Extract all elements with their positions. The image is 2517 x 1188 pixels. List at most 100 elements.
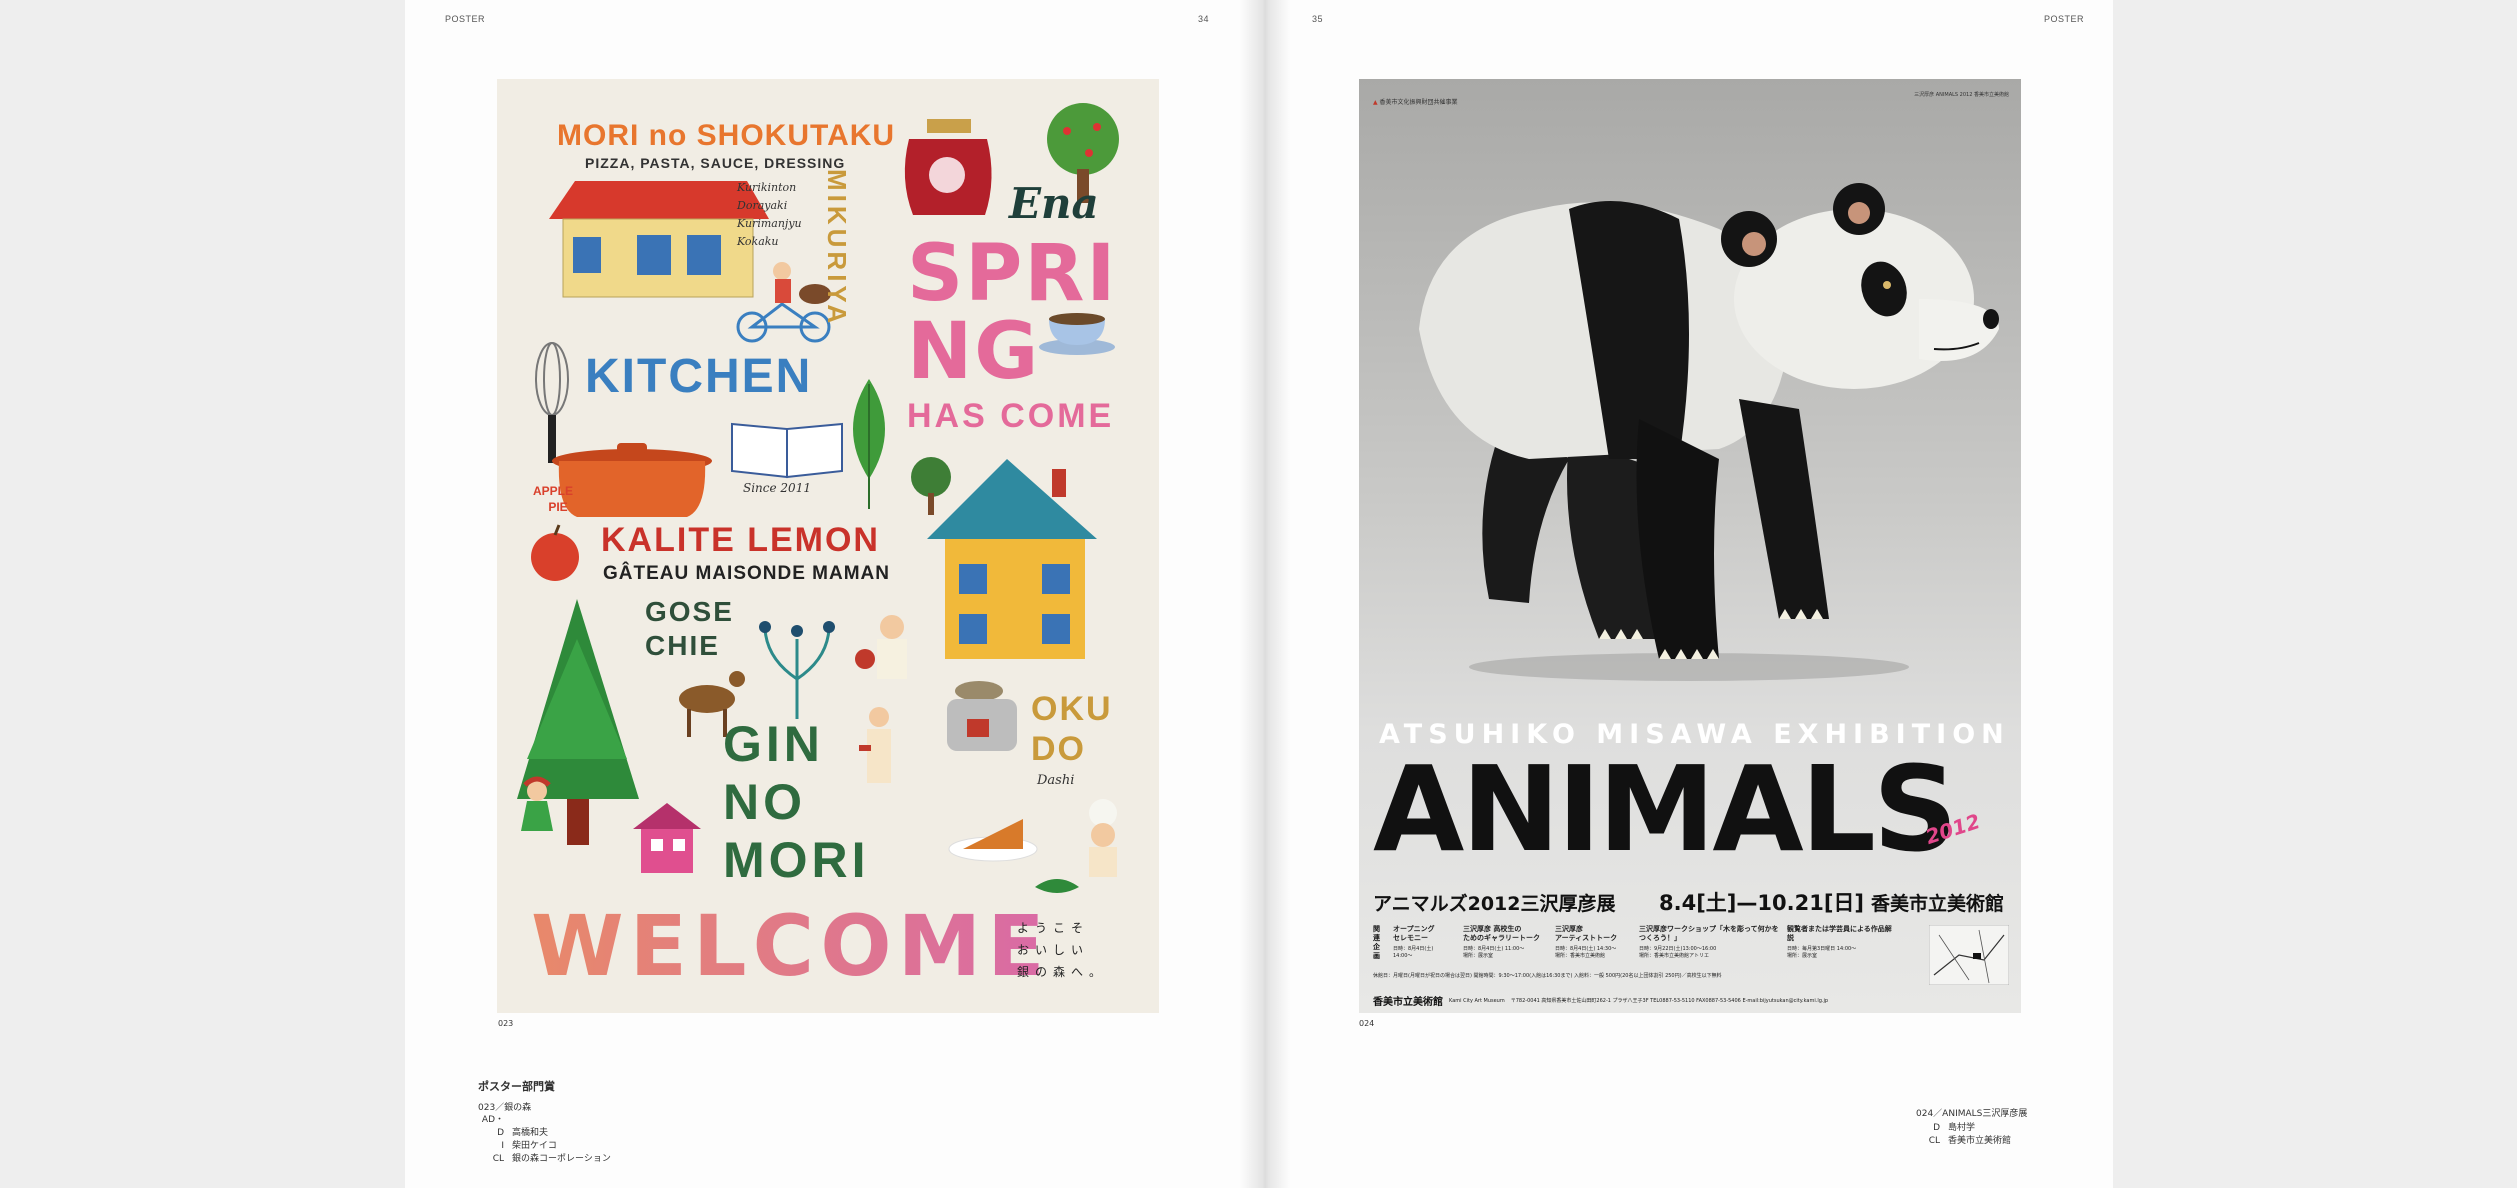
- credit-role: CL: [492, 1154, 504, 1164]
- mikuriya-label: MIKURIYA: [822, 169, 852, 328]
- right-poster-number: 024: [1359, 1019, 1375, 1028]
- teacup-illustration: [1039, 313, 1115, 355]
- since-label: Since 2011: [743, 481, 811, 495]
- pink-house-illustration: [633, 803, 701, 873]
- sweets-item: Dorayaki: [737, 199, 788, 212]
- credit-role: I: [501, 1141, 504, 1151]
- jp-line: おいしい: [1017, 943, 1090, 957]
- credit-name: 島村学: [1948, 1123, 1976, 1133]
- footer-en: Kami City Art Museum: [1449, 997, 1505, 1004]
- animals-title: ANIMALS: [1373, 740, 1958, 878]
- event-detail: 日時：8月4日(土) 14:00〜: [1393, 946, 1434, 959]
- house-illustration: [549, 181, 769, 298]
- has-come-label: HAS COME: [907, 397, 1115, 435]
- mori-line: MORI: [723, 832, 870, 888]
- panda-sculpture-image: [1419, 183, 1999, 681]
- small-tree-illustration: [911, 457, 951, 515]
- side-label: 関連企画: [1373, 925, 1380, 960]
- whisk-illustration: [535, 342, 569, 463]
- right-work-title: 024／ANIMALS三沢厚彦展: [1916, 1109, 2028, 1119]
- dashi-label: Dashi: [1037, 773, 1075, 788]
- access-map-icon: [1929, 925, 2009, 985]
- credit-role: CL: [1928, 1136, 1940, 1146]
- jp-line: 銀の森へ。: [1017, 965, 1108, 979]
- ena-label: Ena: [1009, 179, 1099, 228]
- sweets-item: Kokaku: [737, 235, 779, 248]
- credit-role: D: [1933, 1123, 1940, 1133]
- chef2-illustration: [1089, 799, 1117, 877]
- event-title: オープニング セレモニー: [1393, 925, 1435, 942]
- apple-pie-line: APPLE: [533, 484, 574, 498]
- credit-name: 銀の森コーポレーション: [512, 1154, 611, 1164]
- japanese-welcome: ようこそ おいしい 銀の森へ。: [1017, 917, 1107, 983]
- info-text: 休館日：月曜日(月曜日が祝日の場合は翌日) 開館時間：9:30〜17:00(入館…: [1373, 973, 1722, 979]
- berry-branch-illustration: [759, 621, 835, 719]
- kitchen-label: KITCHEN: [585, 350, 813, 403]
- right-section-label: POSTER: [2044, 14, 2085, 24]
- pot-illustration: [552, 443, 712, 517]
- event-title: 三沢厚彦 高校生の ためのギャラリートーク: [1463, 925, 1540, 942]
- event-detail: 日時：毎月第3日曜日 14:00〜 場所：展示室: [1787, 946, 1857, 959]
- sweets-item: Kurimanjyu: [737, 217, 802, 230]
- left-credits: AD・D 高橋和夫 I 柴田ケイコ CL 銀の森コーポレーション: [478, 1114, 611, 1166]
- kalite-lemon-label: KALITE LEMON: [601, 521, 880, 559]
- sweets-item: Kurikinton: [737, 181, 797, 194]
- credit-row: D 島村学: [1916, 1122, 2011, 1135]
- apple-pie-label: APPLE PIE: [533, 483, 573, 515]
- poster-subtitle: PIZZA, PASTA, SAUCE, DRESSING: [585, 155, 846, 171]
- event-detail: 日時：8月4日(土) 14:30〜 場所：香美市立美術館: [1555, 946, 1617, 959]
- gin-no-mori-label: GIN NO MORI: [723, 715, 870, 889]
- jam-jar-illustration: [904, 119, 992, 215]
- apple-illustration: [531, 524, 579, 581]
- no-line: NO: [723, 774, 806, 830]
- left-section-label: POSTER: [445, 14, 486, 24]
- japanese-title: アニマルズ2012三沢厚彦展: [1373, 893, 1616, 915]
- credit-row: CL 香美市立美術館: [1916, 1135, 2011, 1148]
- right-credits: D 島村学 CL 香美市立美術館: [1916, 1122, 2011, 1148]
- left-poster-number: 023: [498, 1019, 514, 1028]
- dates-label: 8.4[土]—10.21[日]: [1659, 891, 1865, 915]
- poster-animals: ▲ 香美市文化振興財団共催事業 三沢厚彦 ANIMALS 2012 香美市立美術…: [1359, 79, 2021, 1013]
- credit-name: 柴田ケイコ: [512, 1141, 557, 1151]
- gateau-label: GÂTEAU MAISONDE MAMAN: [603, 563, 890, 584]
- chie-line: CHIE: [645, 630, 720, 661]
- footer-contact: 〒782-0041 高知県香美市土佐山田町262-1 プラザ八王子3F TEL0…: [1510, 998, 1829, 1004]
- event-detail: 日時：9月22日(土)13:00〜16:00 場所：香美市立美術館アトリエ: [1639, 946, 1717, 959]
- poster-title: MORI no SHOKUTAKU: [557, 119, 896, 152]
- right-page-number: 35: [1312, 14, 1324, 24]
- book-illustration: [731, 422, 843, 479]
- ng-label: NG: [907, 307, 1041, 397]
- event-title: 三沢厚彦ワークショップ「木を彫って何かをつくろう！」: [1639, 925, 1779, 942]
- stove-illustration: [947, 681, 1017, 751]
- small-leaf-illustration: [1035, 879, 1079, 893]
- event-item: 三沢厚彦 アーティストトーク 日時：8月4日(土) 14:30〜 場所：香美市立…: [1555, 925, 1631, 960]
- do-line: DO: [1031, 730, 1086, 768]
- gose-chie-label: GOSE CHIE: [645, 595, 734, 663]
- poster-mori-no-shokutaku: MORI no SHOKUTAKU PIZZA, PASTA, SAUCE, D…: [497, 79, 1159, 1013]
- credit-role: AD・D: [481, 1115, 504, 1138]
- cake-illustration: [948, 819, 1038, 862]
- event-title: 観覧者または学芸員による作品解説: [1787, 925, 1892, 942]
- oku-do-label: OKU DO: [1031, 689, 1113, 769]
- welcome-label: WELCOME: [531, 897, 1051, 995]
- event-title: 三沢厚彦 アーティストトーク: [1555, 925, 1618, 942]
- book-gutter: [1240, 0, 1290, 1188]
- left-work-title: 023／銀の森: [478, 1103, 532, 1113]
- event-item: 三沢厚彦ワークショップ「木を彫って何かをつくろう！」 日時：9月22日(土)13…: [1639, 925, 1779, 960]
- credit-row: I 柴田ケイコ: [478, 1140, 611, 1153]
- award-title: ポスター部門賞: [478, 1080, 555, 1093]
- oku-line: OKU: [1031, 690, 1113, 728]
- sweets-list: Kurikinton Dorayaki Kurimanjyu Kokaku: [737, 179, 802, 251]
- credit-row: CL 銀の森コーポレーション: [478, 1153, 611, 1166]
- chef-illustration: [855, 615, 907, 679]
- event-item: 観覧者または学芸員による作品解説 日時：毎月第3日曜日 14:00〜 場所：展示…: [1787, 925, 1897, 960]
- leaf-illustration: [853, 379, 885, 509]
- spring-label: SPRI: [907, 229, 1118, 319]
- jp-line: ようこそ: [1017, 921, 1090, 935]
- gin-line: GIN: [723, 716, 824, 772]
- yellow-house-illustration: [927, 459, 1097, 659]
- footer-bar: 香美市立美術館 Kami City Art Museum 〒782-0041 高…: [1373, 993, 1828, 1008]
- credit-name: 香美市立美術館: [1948, 1136, 2012, 1146]
- footer-venue: 香美市立美術館: [1373, 997, 1443, 1008]
- left-page-number: 34: [1198, 14, 1210, 24]
